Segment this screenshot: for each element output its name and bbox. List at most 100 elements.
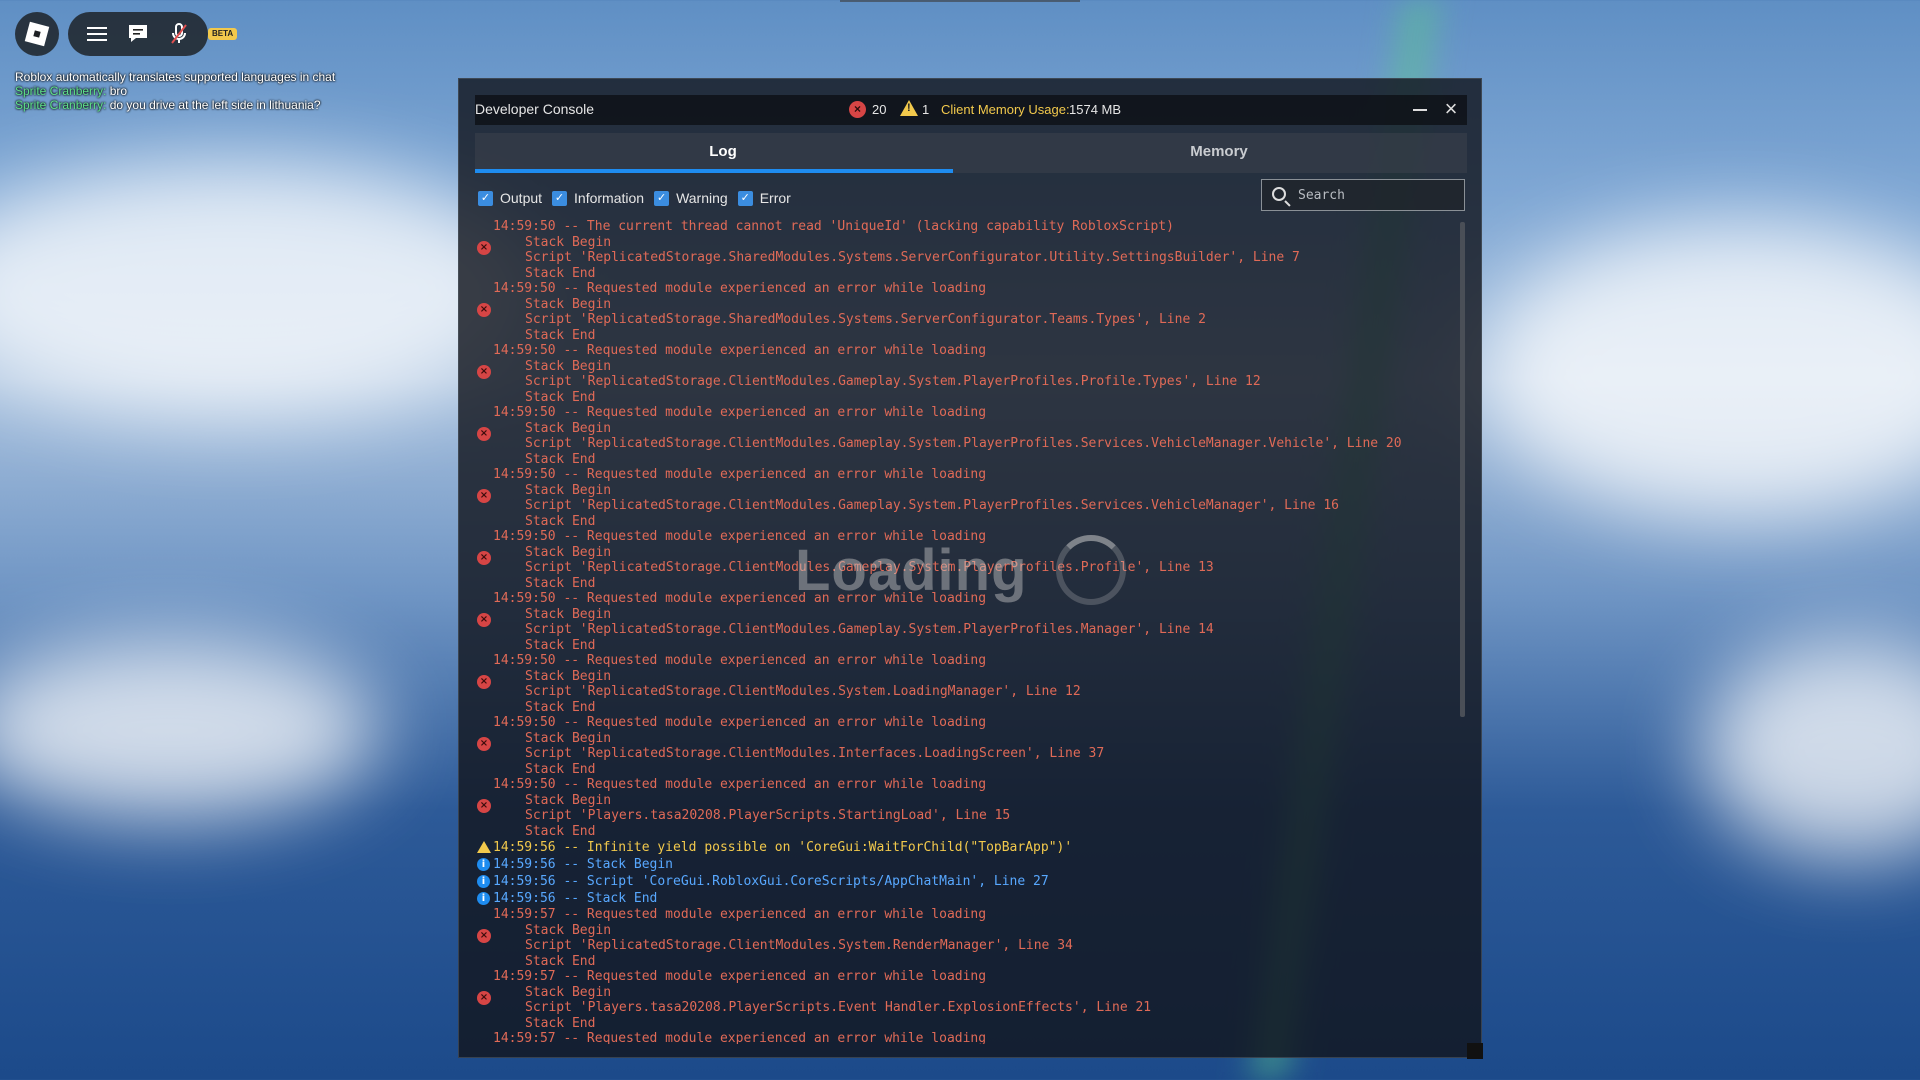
info-icon: i (477, 892, 490, 905)
log-message: 14:59:50 -- Requested module experienced… (493, 281, 987, 296)
minimize-button[interactable] (1411, 101, 1429, 119)
log-list[interactable]: × 14:59:50 -- The current thread cannot r… (475, 219, 1459, 1044)
log-entry-error[interactable]: ×14:59:57 -- Requested module experience… (475, 907, 1459, 969)
stack-line: Stack Begin (525, 606, 612, 622)
log-entry-error[interactable]: × 14:59:50 -- Requested module experience… (475, 343, 1459, 405)
error-icon: × (477, 799, 491, 813)
log-message: 14:59:50 -- Requested module experienced… (493, 529, 987, 544)
hamburger-menu-icon[interactable] (83, 20, 111, 48)
tab-log[interactable]: Log (475, 133, 971, 173)
stack-line: Stack End (525, 1015, 596, 1031)
log-message: 14:59:50 -- Requested module experienced… (493, 777, 987, 792)
log-entry-error[interactable]: × 14:59:50 -- Requested module experience… (475, 281, 1459, 343)
log-entry-error[interactable]: × 14:59:50 -- Requested module experience… (475, 715, 1459, 777)
stack-line: Stack Begin (525, 482, 612, 498)
log-entry-error[interactable]: ×14:59:57 -- Requested module experience… (475, 1031, 1459, 1044)
error-count-icon: × (849, 101, 866, 118)
topbar-controls (68, 12, 208, 56)
memory-usage-label: Client Memory Usage: (941, 102, 1070, 117)
error-icon: × (477, 929, 491, 943)
stack-line: Script 'ReplicatedStorage.ClientModules.… (525, 746, 1105, 761)
log-message: 14:59:57 -- Requested module experienced… (493, 907, 987, 922)
chat-icon[interactable] (124, 20, 152, 48)
checkbox-checked-icon[interactable]: ✓ (552, 190, 568, 206)
log-entry-error[interactable]: ×14:59:57 -- Requested module experience… (475, 969, 1459, 1031)
stack-line: Script 'ReplicatedStorage.ClientModules.… (525, 622, 1214, 637)
filter-label: Information (574, 190, 645, 206)
stack-line: Stack Begin (525, 922, 612, 938)
checkbox-checked-icon[interactable]: ✓ (478, 190, 493, 206)
top-divider (840, 0, 1080, 2)
filter-information[interactable]: ✓ Information (552, 190, 644, 206)
developer-console: Developer Console × 20 1 Client Memory U… (458, 78, 1483, 1059)
log-entry-info[interactable]: i 14:59:56 -- Script 'CoreGui.RobloxGui.C… (475, 873, 1459, 890)
log-message: 14:59:57 -- Requested module experienced… (493, 1031, 987, 1044)
log-message: 14:59:56 -- Infinite yield possible on '… (493, 840, 1073, 855)
filter-label: Error (759, 190, 791, 206)
stack-line: Script 'ReplicatedStorage.ClientModules.… (525, 560, 1214, 575)
background-cloud (0, 640, 380, 820)
roblox-menu-button[interactable] (15, 12, 59, 56)
stack-line: Script 'ReplicatedStorage.SharedModules.… (525, 250, 1300, 265)
filter-error[interactable]: ✓ Error (737, 190, 791, 206)
log-message: 14:59:56 -- Stack End (493, 891, 658, 906)
stack-line: Script 'ReplicatedStorage.ClientModules.… (525, 374, 1261, 389)
error-icon: × (477, 303, 491, 317)
checkbox-checked-icon[interactable]: ✓ (737, 190, 753, 206)
close-button[interactable]: × (1441, 98, 1461, 120)
resize-handle[interactable] (1467, 1043, 1483, 1059)
log-message: 14:59:50 -- Requested module experienced… (493, 653, 987, 668)
stack-line: Stack Begin (525, 544, 612, 560)
stack-line: Stack Begin (525, 296, 612, 312)
chat-text: bro (106, 84, 128, 98)
error-icon: × (477, 489, 491, 503)
error-icon: × (477, 991, 491, 1005)
log-message: 14:59:50 -- Requested module experienced… (493, 591, 987, 606)
search-box[interactable] (1261, 179, 1465, 211)
stack-line: Script 'Players.tasa20208.PlayerScripts.… (525, 808, 1011, 823)
log-entry-error[interactable]: × 14:59:50 -- Requested module experience… (475, 653, 1459, 715)
warning-count: 1 (922, 102, 930, 117)
info-icon: i (477, 858, 490, 871)
stack-line: Stack End (525, 451, 596, 467)
log-entry-info[interactable]: i 14:59:56 -- Stack End (475, 890, 1459, 907)
search-input[interactable] (1298, 185, 1458, 205)
stack-line: Script 'Players.tasa20208.PlayerScripts.… (525, 1000, 1152, 1015)
log-message: 14:59:56 -- Stack Begin (493, 857, 674, 872)
search-icon (1272, 187, 1286, 201)
log-entry-error[interactable]: × 14:59:50 -- Requested module experience… (475, 529, 1459, 591)
checkbox-checked-icon[interactable]: ✓ (654, 190, 670, 206)
stack-line: Script 'ReplicatedStorage.ClientModules.… (525, 938, 1073, 953)
microphone-icon[interactable] (165, 20, 193, 48)
beta-badge: BETA (208, 28, 238, 40)
tab-memory[interactable]: Memory (971, 133, 1467, 173)
log-entry-info[interactable]: i 14:59:56 -- Stack Begin (475, 856, 1459, 873)
log-entry-error[interactable]: × 14:59:50 -- Requested module experience… (475, 467, 1459, 529)
log-scrollbar[interactable] (1460, 222, 1465, 717)
filter-warning[interactable]: ✓ Warning (654, 190, 728, 206)
warning-count-icon (900, 100, 918, 116)
log-entry-error[interactable]: × 14:59:50 -- Requested module experience… (475, 591, 1459, 653)
log-entry-error[interactable]: × 14:59:50 -- Requested module experience… (475, 777, 1459, 839)
chat-panel: Roblox automatically translates supporte… (15, 70, 335, 112)
stack-line: Stack End (525, 953, 596, 969)
stack-line: Stack Begin (525, 730, 612, 746)
error-icon: × (477, 675, 491, 689)
stack-line: Stack End (525, 389, 596, 405)
log-entry-error[interactable]: × 14:59:50 -- Requested module experience… (475, 405, 1459, 467)
log-entry-error[interactable]: × 14:59:50 -- The current thread cannot r… (475, 219, 1459, 281)
log-message: 14:59:50 -- Requested module experienced… (493, 715, 987, 730)
chat-speaker: Sprite Cranberry: (15, 98, 107, 112)
error-icon: × (477, 737, 491, 751)
log-message: 14:59:57 -- Requested module experienced… (493, 969, 987, 984)
filter-label: Output (500, 190, 543, 206)
info-icon: i (477, 875, 490, 888)
log-message: 14:59:56 -- Script 'CoreGui.RobloxGui.Co… (493, 874, 1049, 889)
log-entry-warning[interactable]: 14:59:56 -- Infinite yield possible on '… (475, 839, 1459, 856)
stack-line: Stack Begin (525, 792, 612, 808)
error-icon: × (477, 365, 491, 379)
filter-output[interactable]: ✓ Output (478, 190, 542, 206)
roblox-logo-icon (24, 21, 50, 47)
stack-line: Stack End (525, 637, 596, 653)
console-title-bar[interactable]: Developer Console × 20 1 Client Memory U… (475, 95, 1467, 125)
